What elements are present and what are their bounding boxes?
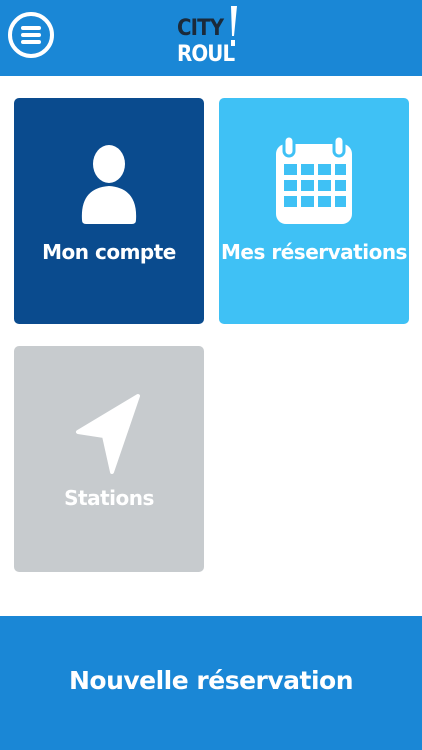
app-logo: CITY ROUL [177, 6, 247, 70]
logo-text-city: CITY [177, 16, 224, 41]
my-account-tile[interactable]: Mon compte [14, 98, 204, 324]
user-icon [81, 145, 137, 224]
navigation-arrow-icon [76, 394, 140, 474]
calendar-icon [276, 134, 352, 224]
hamburger-menu-icon [21, 26, 41, 30]
stations-label: Stations [64, 486, 154, 510]
menu-button[interactable] [8, 12, 54, 58]
logo-text-roul: ROUL [177, 42, 235, 67]
my-reservations-label: Mes réservations [221, 240, 407, 264]
stations-tile[interactable]: Stations [14, 346, 204, 572]
new-reservation-button[interactable]: Nouvelle réservation [0, 616, 422, 750]
hamburger-menu-icon-bar [21, 40, 41, 44]
my-reservations-tile[interactable]: Mes réservations [219, 98, 409, 324]
app-header: CITY ROUL [0, 0, 422, 76]
hamburger-menu-icon-bar [21, 33, 41, 37]
logo-exclamation-icon [231, 6, 237, 46]
new-reservation-label: Nouvelle réservation [68, 666, 354, 695]
my-account-label: Mon compte [42, 240, 176, 264]
